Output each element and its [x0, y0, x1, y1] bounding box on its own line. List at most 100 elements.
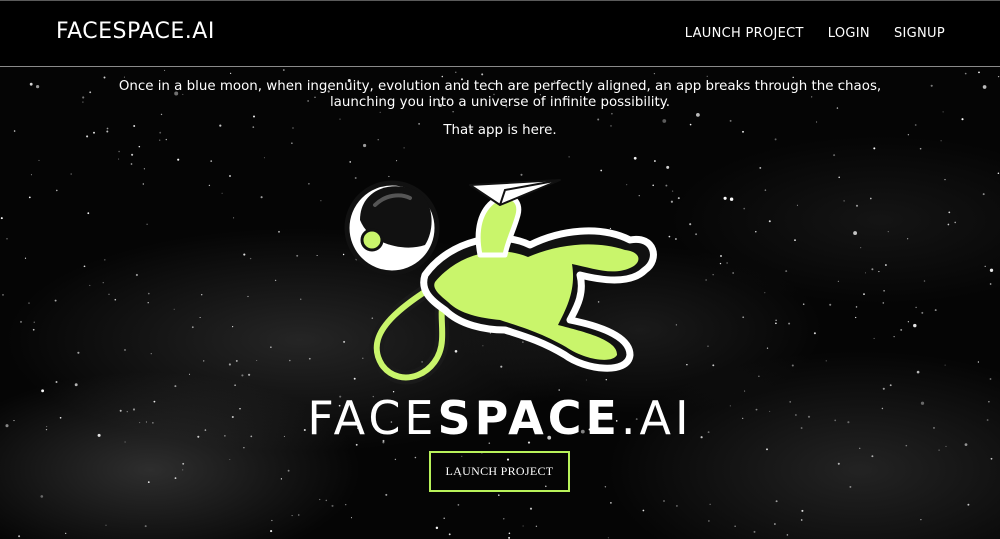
nav-login-link[interactable]: LOGIN: [828, 26, 870, 41]
star: [871, 455, 874, 458]
star: [106, 130, 109, 133]
star: [2, 294, 4, 296]
star: [270, 530, 273, 533]
star: [508, 532, 511, 535]
star: [838, 176, 840, 179]
star: [849, 485, 852, 488]
star: [229, 458, 231, 461]
star: [118, 158, 120, 160]
star: [989, 378, 992, 380]
star: [443, 517, 445, 519]
logo-dot-ai-text: .AI: [620, 391, 693, 445]
star: [65, 532, 67, 535]
navbar: FACESPACE.AI LAUNCH PROJECT LOGIN SIGNUP: [0, 0, 1000, 67]
star: [145, 421, 147, 423]
star: [696, 113, 700, 117]
star: [800, 427, 803, 429]
star: [863, 293, 865, 295]
star: [611, 112, 613, 115]
star: [882, 387, 885, 390]
star: [855, 316, 857, 319]
star: [165, 138, 167, 141]
star: [986, 419, 989, 421]
star: [938, 449, 940, 451]
launch-project-button[interactable]: LAUNCH PROJECT: [429, 451, 570, 492]
star: [919, 147, 922, 150]
star: [249, 257, 252, 260]
star: [982, 193, 985, 196]
brand-logo[interactable]: FACESPACE.AI: [56, 19, 215, 44]
hero-subline: That app is here.: [443, 123, 557, 138]
star: [967, 503, 970, 506]
star: [921, 311, 924, 314]
star: [55, 189, 58, 192]
star: [788, 322, 791, 325]
star: [232, 326, 234, 328]
star: [233, 217, 235, 219]
star: [182, 469, 184, 471]
star: [764, 292, 766, 294]
star: [270, 346, 272, 348]
star: [231, 415, 234, 419]
star: [742, 316, 745, 319]
nav-launch-project-link[interactable]: LAUNCH PROJECT: [685, 26, 804, 41]
star: [441, 75, 444, 78]
star: [674, 238, 677, 240]
hero-intro-line-1: Once in a blue moon, when ingenuity, evo…: [118, 79, 882, 94]
star: [143, 168, 145, 170]
hero-intro-line-2: launching you into a universe of infinit…: [329, 95, 671, 110]
star: [5, 424, 9, 428]
star: [0, 217, 3, 220]
astronaut-icon: [344, 179, 657, 385]
star: [70, 173, 73, 175]
star: [108, 293, 110, 295]
star: [869, 197, 872, 200]
star: [813, 332, 816, 335]
star: [278, 230, 280, 233]
star: [83, 265, 86, 268]
star: [260, 196, 263, 199]
star: [174, 477, 177, 479]
star: [855, 306, 858, 308]
star: [663, 500, 665, 502]
star: [961, 118, 964, 121]
star: [743, 207, 746, 210]
star: [708, 520, 710, 522]
star: [144, 525, 147, 528]
star: [916, 370, 920, 374]
star: [774, 138, 777, 141]
star: [719, 262, 722, 265]
star: [796, 204, 798, 206]
star: [102, 282, 104, 284]
star: [881, 407, 884, 410]
star: [535, 525, 538, 527]
star: [331, 504, 334, 507]
star: [153, 400, 156, 403]
star: [219, 124, 222, 127]
star: [800, 519, 803, 521]
star: [597, 118, 600, 121]
star: [607, 537, 610, 539]
star: [853, 231, 858, 236]
star: [123, 76, 125, 78]
star: [54, 299, 57, 302]
star: [884, 264, 887, 266]
star: [755, 408, 758, 411]
star: [319, 498, 321, 501]
star: [989, 268, 994, 272]
star: [706, 75, 708, 77]
star: [296, 254, 299, 257]
star: [707, 431, 710, 434]
star: [135, 273, 138, 277]
star: [905, 444, 908, 447]
star: [256, 359, 258, 362]
star: [210, 160, 213, 162]
star: [345, 504, 347, 506]
star: [13, 420, 15, 422]
star: [695, 233, 698, 236]
star: [964, 443, 968, 446]
star: [914, 124, 917, 126]
nav-signup-link[interactable]: SIGNUP: [894, 26, 945, 41]
star: [785, 270, 788, 273]
star: [865, 272, 866, 274]
